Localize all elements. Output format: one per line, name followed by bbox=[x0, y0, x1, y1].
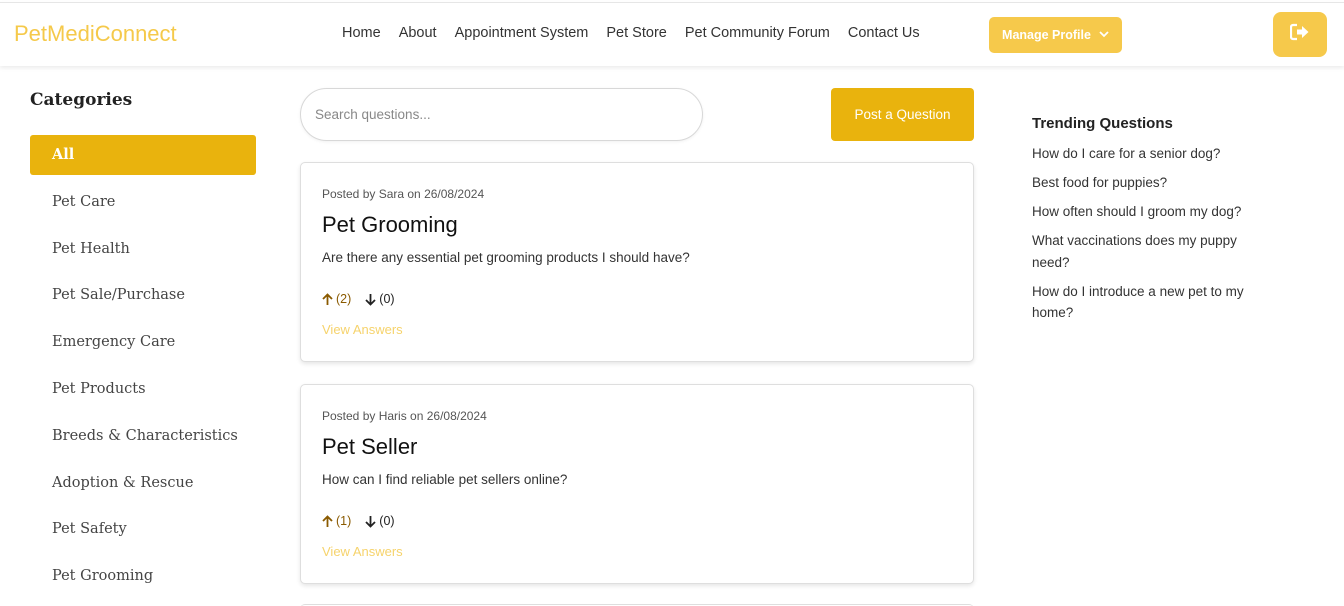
downvote-button[interactable]: (0) bbox=[365, 292, 395, 306]
nav-appointment-system[interactable]: Appointment System bbox=[455, 25, 589, 41]
category-pet-grooming[interactable]: Pet Grooming bbox=[30, 556, 256, 596]
question-card: Posted by Haris on 26/08/2024 Pet Seller… bbox=[300, 384, 974, 584]
nav-home[interactable]: Home bbox=[342, 25, 381, 41]
question-title: Pet Seller bbox=[322, 434, 418, 459]
vote-controls: (1) (0) bbox=[322, 514, 395, 528]
category-emergency-care[interactable]: Emergency Care bbox=[30, 322, 256, 362]
trending-list: How do I care for a senior dog? Best foo… bbox=[1032, 143, 1272, 331]
category-pet-products[interactable]: Pet Products bbox=[30, 369, 256, 409]
downvote-button[interactable]: (0) bbox=[365, 514, 395, 528]
category-pet-sale-purchase[interactable]: Pet Sale/Purchase bbox=[30, 275, 256, 315]
trending-question[interactable]: Best food for puppies? bbox=[1032, 172, 1272, 194]
arrow-down-icon bbox=[365, 515, 376, 528]
trending-title: Trending Questions bbox=[1032, 115, 1173, 132]
category-list: All Pet Care Pet Health Pet Sale/Purchas… bbox=[30, 135, 256, 603]
category-pet-safety[interactable]: Pet Safety bbox=[30, 509, 256, 549]
nav-pet-community-forum[interactable]: Pet Community Forum bbox=[685, 25, 830, 41]
trending-question[interactable]: What vaccinations does my puppy need? bbox=[1032, 230, 1272, 273]
categories-title: Categories bbox=[30, 90, 133, 110]
category-pet-care[interactable]: Pet Care bbox=[30, 182, 256, 222]
upvote-count: (2) bbox=[336, 292, 352, 306]
chevron-down-icon bbox=[1099, 30, 1109, 41]
upvote-button[interactable]: (1) bbox=[322, 514, 351, 528]
nav-about[interactable]: About bbox=[399, 25, 437, 41]
question-body: How can I find reliable pet sellers onli… bbox=[322, 472, 568, 487]
view-answers-link[interactable]: View Answers bbox=[322, 322, 403, 337]
nav-links: Home About Appointment System Pet Store … bbox=[342, 25, 938, 41]
search-input[interactable] bbox=[300, 88, 703, 141]
nav-contact-us[interactable]: Contact Us bbox=[848, 25, 920, 41]
brand-logo[interactable]: PetMediConnect bbox=[14, 21, 177, 47]
question-meta: Posted by Sara on 26/08/2024 bbox=[322, 187, 485, 201]
top-navbar: PetMediConnect Home About Appointment Sy… bbox=[0, 2, 1344, 66]
category-all[interactable]: All bbox=[30, 135, 256, 175]
downvote-count: (0) bbox=[379, 514, 395, 528]
post-question-button[interactable]: Post a Question bbox=[831, 88, 974, 141]
logout-button[interactable] bbox=[1273, 12, 1327, 57]
upvote-count: (1) bbox=[336, 514, 352, 528]
category-breeds-characteristics[interactable]: Breeds & Characteristics bbox=[30, 416, 256, 456]
question-title: Pet Grooming bbox=[322, 212, 458, 237]
category-pet-health[interactable]: Pet Health bbox=[30, 229, 256, 269]
manage-profile-label: Manage Profile bbox=[1002, 28, 1091, 42]
view-answers-link[interactable]: View Answers bbox=[322, 544, 403, 559]
arrow-up-icon bbox=[322, 292, 333, 305]
manage-profile-button[interactable]: Manage Profile bbox=[989, 17, 1122, 53]
logout-icon bbox=[1289, 23, 1310, 46]
upvote-button[interactable]: (2) bbox=[322, 292, 351, 306]
arrow-up-icon bbox=[322, 514, 333, 527]
downvote-count: (0) bbox=[379, 292, 395, 306]
nav-pet-store[interactable]: Pet Store bbox=[606, 25, 666, 41]
vote-controls: (2) (0) bbox=[322, 292, 395, 306]
question-body: Are there any essential pet grooming pro… bbox=[322, 250, 690, 265]
category-adoption-rescue[interactable]: Adoption & Rescue bbox=[30, 463, 256, 503]
trending-question[interactable]: How do I introduce a new pet to my home? bbox=[1032, 281, 1272, 324]
trending-question[interactable]: How often should I groom my dog? bbox=[1032, 201, 1272, 223]
arrow-down-icon bbox=[365, 293, 376, 306]
trending-question[interactable]: How do I care for a senior dog? bbox=[1032, 143, 1272, 165]
question-meta: Posted by Haris on 26/08/2024 bbox=[322, 409, 487, 423]
question-card: Posted by Sara on 26/08/2024 Pet Groomin… bbox=[300, 162, 974, 362]
